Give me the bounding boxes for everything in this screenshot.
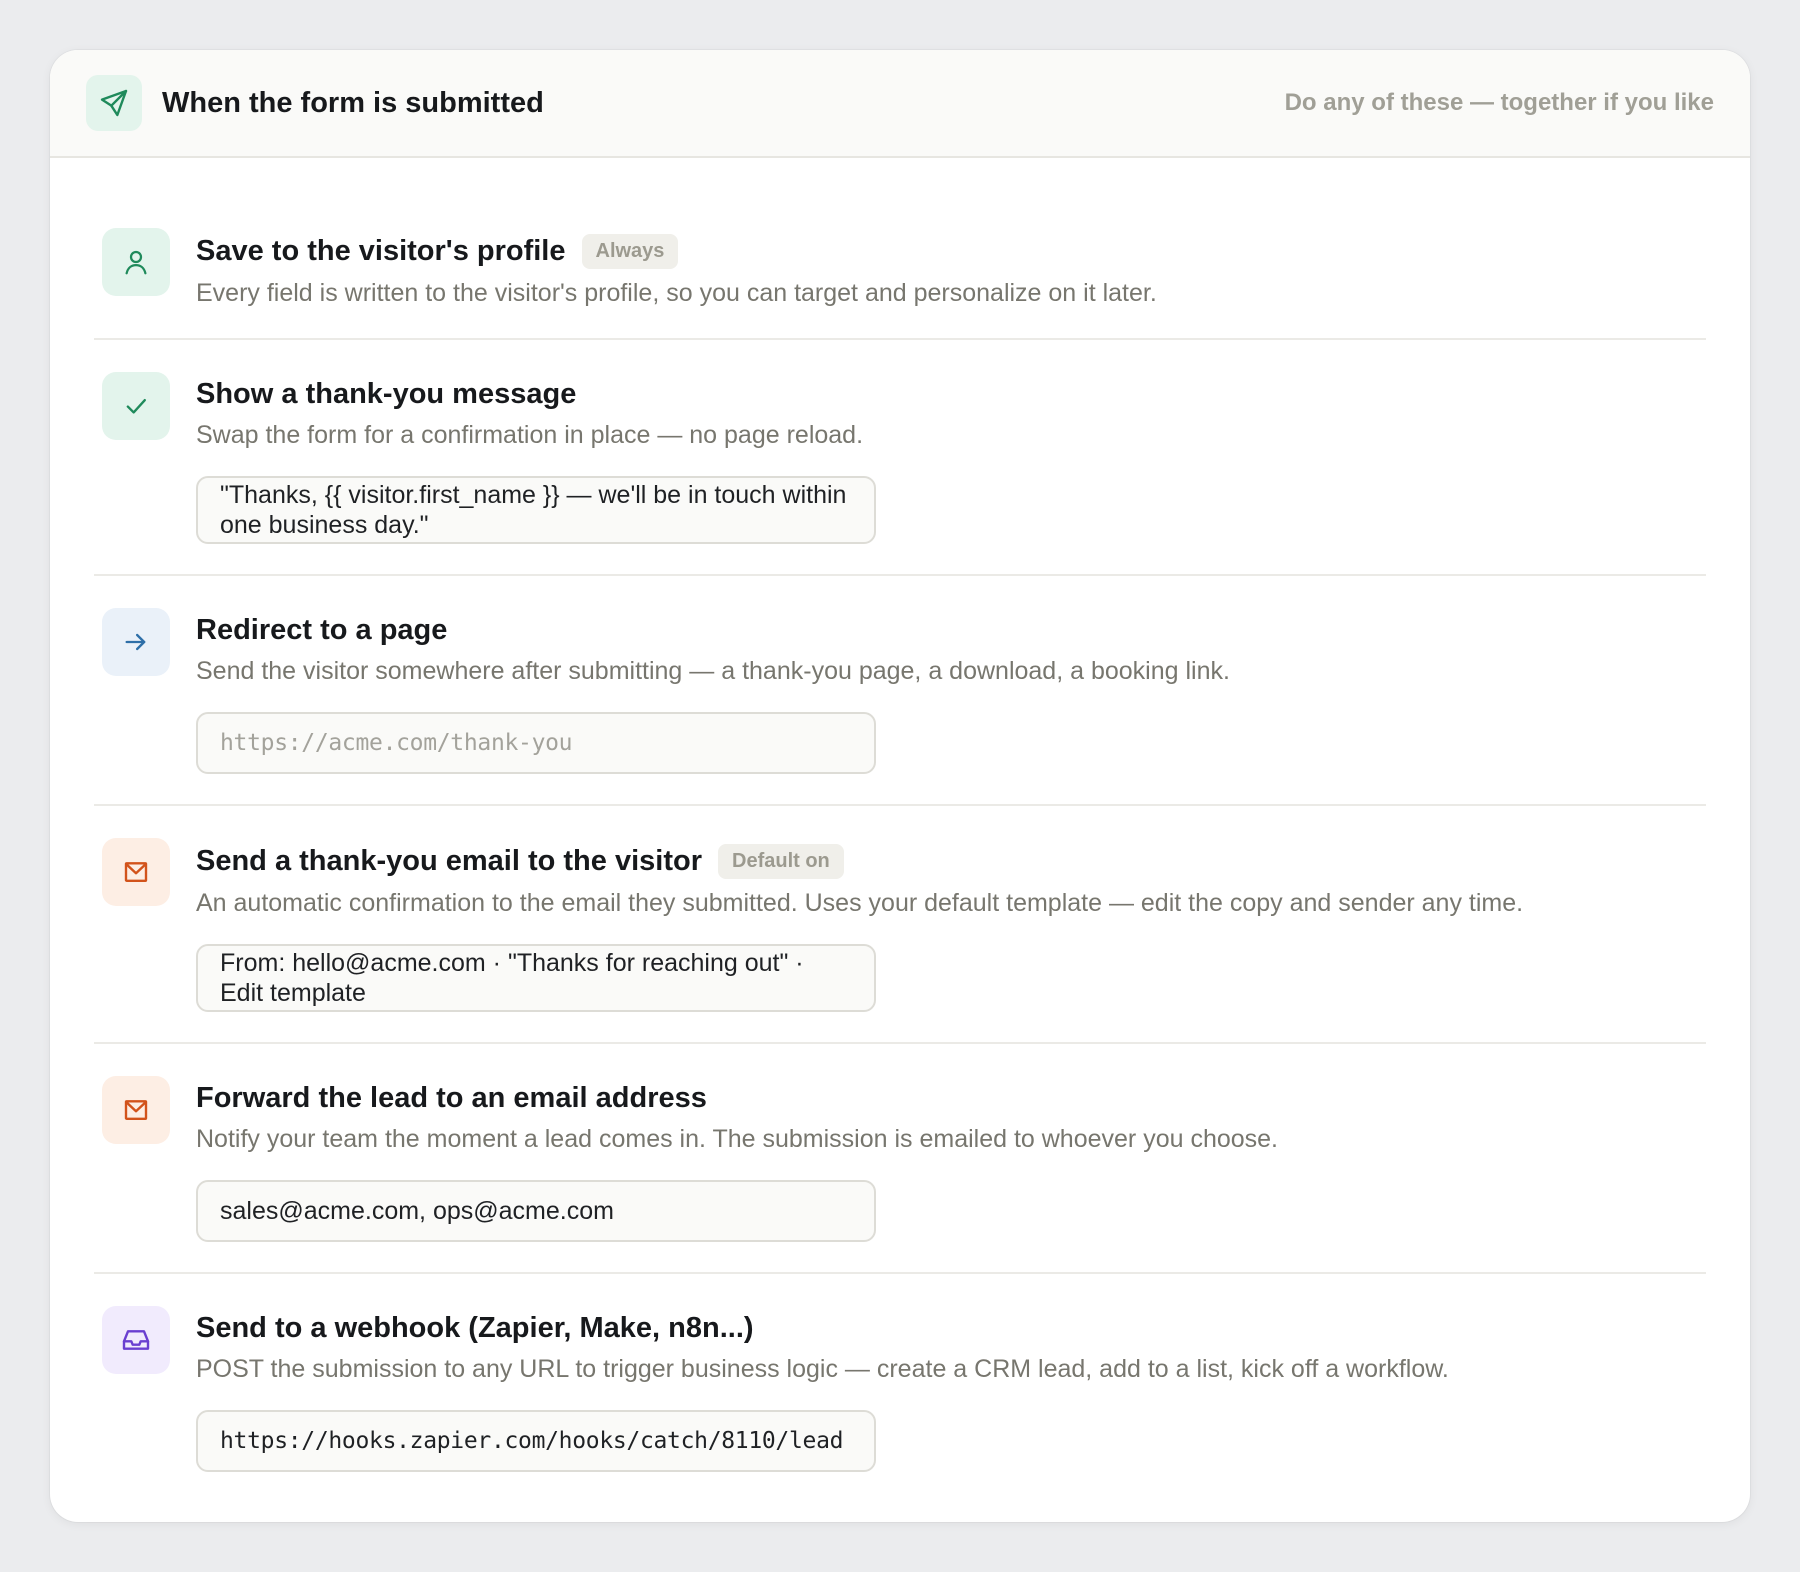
- action-title: Send a thank-you email to the visitor: [196, 845, 702, 877]
- action-description: An automatic confirmation to the email t…: [196, 889, 1524, 917]
- action-redirect[interactable]: Redirect to a page Send the visitor some…: [94, 576, 1706, 806]
- status-badge: Always: [581, 234, 679, 269]
- mail-icon: [102, 838, 170, 906]
- status-badge: Default on: [718, 844, 844, 879]
- action-description: Every field is written to the visitor's …: [196, 279, 1157, 307]
- send-icon: [86, 75, 142, 131]
- thank-you-message-field[interactable]: "Thanks, {{ visitor.first_name }} — we'l…: [196, 476, 876, 544]
- action-body: Send a thank-you email to the visitor De…: [196, 838, 1698, 1012]
- header-hint: Do any of these — together if you like: [1284, 89, 1714, 116]
- action-forward-lead[interactable]: Forward the lead to an email address Not…: [94, 1044, 1706, 1274]
- arrow-right-icon: [102, 608, 170, 676]
- action-title: Save to the visitor's profile: [196, 235, 566, 267]
- action-body: Show a thank-you message Swap the form f…: [196, 372, 1698, 544]
- action-body: Redirect to a page Send the visitor some…: [196, 608, 1698, 774]
- action-list: Save to the visitor's profile Always Eve…: [50, 158, 1750, 1502]
- action-webhook[interactable]: Send to a webhook (Zapier, Make, n8n...)…: [94, 1274, 1706, 1502]
- action-body: Send to a webhook (Zapier, Make, n8n...)…: [196, 1306, 1698, 1472]
- card-header: When the form is submitted Do any of the…: [50, 50, 1750, 158]
- form-submit-actions-card: When the form is submitted Do any of the…: [50, 50, 1750, 1522]
- inbox-icon: [102, 1306, 170, 1374]
- action-body: Forward the lead to an email address Not…: [196, 1076, 1698, 1242]
- action-title: Forward the lead to an email address: [196, 1082, 707, 1114]
- webhook-url-input[interactable]: https://hooks.zapier.com/hooks/catch/811…: [196, 1410, 876, 1472]
- mail-icon: [102, 1076, 170, 1144]
- check-icon: [102, 372, 170, 440]
- page-title: When the form is submitted: [162, 86, 544, 119]
- action-title: Redirect to a page: [196, 614, 448, 646]
- action-description: Notify your team the moment a lead comes…: [196, 1125, 1279, 1153]
- action-body: Save to the visitor's profile Always Eve…: [196, 228, 1698, 308]
- action-description: POST the submission to any URL to trigge…: [196, 1355, 1449, 1383]
- action-title: Send to a webhook (Zapier, Make, n8n...): [196, 1312, 754, 1344]
- user-icon: [102, 228, 170, 296]
- redirect-url-input[interactable]: https://acme.com/thank-you: [196, 712, 876, 774]
- email-template-field[interactable]: From: hello@acme.com · "Thanks for reach…: [196, 944, 876, 1012]
- action-title: Show a thank-you message: [196, 378, 577, 410]
- action-thank-you-email[interactable]: Send a thank-you email to the visitor De…: [94, 806, 1706, 1044]
- action-description: Send the visitor somewhere after submitt…: [196, 657, 1230, 685]
- forward-email-input[interactable]: sales@acme.com, ops@acme.com: [196, 1180, 876, 1242]
- action-thank-you-message[interactable]: Show a thank-you message Swap the form f…: [94, 340, 1706, 576]
- action-save-profile[interactable]: Save to the visitor's profile Always Eve…: [94, 196, 1706, 340]
- action-description: Swap the form for a confirmation in plac…: [196, 421, 864, 449]
